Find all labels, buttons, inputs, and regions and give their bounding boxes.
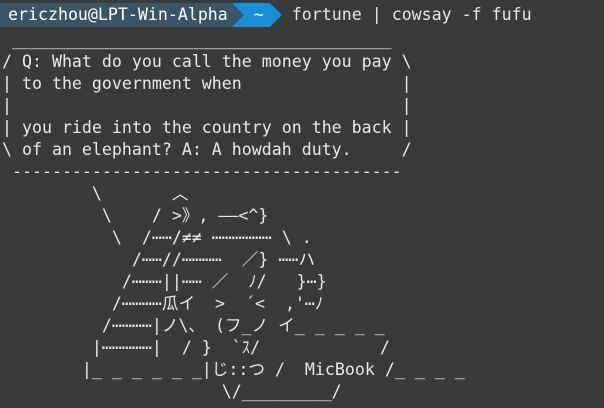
- output-line: \ of an elephant? A: A howdah duty. /: [2, 140, 412, 159]
- powerline-end-icon: [269, 3, 282, 27]
- prompt-user-host: ericzhou@LPT-Win-Alpha: [8, 5, 228, 24]
- command-output: ______________________________________ /…: [2, 29, 604, 403]
- output-line: \ /⋯⋯/≠≠ ⋯⋯⋯⋯⋯⋯ \ .: [2, 228, 312, 247]
- output-line: \/_________/: [2, 382, 342, 401]
- output-line: /⋯⋯⋯⋯|ノ\、 (フ_ノ イ_ _ _ _ _: [2, 316, 385, 335]
- prompt-line: ericzhou@LPT-Win-Alpha ~ fortune | cowsa…: [0, 3, 604, 27]
- output-line: / Q: What do you call the money you pay …: [2, 52, 412, 71]
- output-line: /⋯⋯//⋯⋯⋯⋯ ／} ⋯⋯ハ: [2, 250, 315, 269]
- prompt-path: ~: [253, 5, 264, 24]
- terminal-window[interactable]: ericzhou@LPT-Win-Alpha ~ fortune | cowsa…: [0, 0, 604, 408]
- output-line: |⋯⋯⋯⋯⋯| / } `ｽ/ /: [2, 338, 390, 357]
- output-line: | |: [2, 96, 412, 115]
- output-line: | you ride into the country on the back …: [2, 118, 412, 137]
- output-line: \ / >》, ——<^}: [2, 206, 269, 225]
- output-line: ---------------------------------------: [2, 162, 402, 181]
- output-line: /⋯⋯⋯||⋯⋯ ／ ﾉ/ }⋯}: [2, 272, 327, 291]
- prompt-user-host-segment: ericzhou@LPT-Win-Alpha: [0, 3, 232, 27]
- output-line: |_ _ _ _ _ _|じ::つ / MicBook /_ _ _ _: [2, 360, 465, 379]
- output-line: ______________________________________: [2, 30, 392, 49]
- prompt-path-segment: ~: [243, 3, 270, 27]
- command-text: fortune | cowsay -f fufu: [291, 5, 532, 24]
- powerline-separator-icon: [231, 3, 244, 27]
- output-line: | to the government when |: [2, 74, 412, 93]
- output-line: /⋯⋯⋯⋯瓜イ > ´< ,'⋯ﾉ: [2, 294, 324, 313]
- output-line: \ ︿: [2, 184, 189, 203]
